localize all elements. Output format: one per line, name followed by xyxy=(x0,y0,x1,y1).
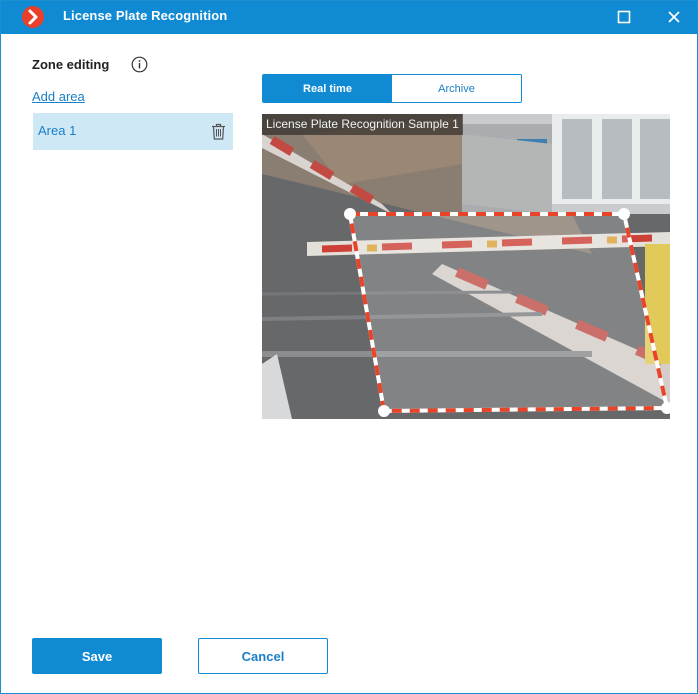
camera-name-label: License Plate Recognition Sample 1 xyxy=(262,114,463,135)
maximize-icon xyxy=(617,10,631,24)
add-area-link[interactable]: Add area xyxy=(32,89,85,104)
license-plate-recognition-window: License Plate Recognition Zone editing A… xyxy=(0,0,698,694)
window-title: License Plate Recognition xyxy=(63,8,228,23)
trash-icon[interactable] xyxy=(211,123,226,140)
tab-real-time[interactable]: Real time xyxy=(263,75,392,102)
view-mode-tabs: Real time Archive xyxy=(262,74,522,103)
camera-frame-image xyxy=(262,114,670,419)
cancel-button[interactable]: Cancel xyxy=(198,638,328,674)
maximize-button[interactable] xyxy=(601,1,647,34)
area-item-label: Area 1 xyxy=(38,123,77,138)
save-button[interactable]: Save xyxy=(32,638,162,674)
area-list-item[interactable]: Area 1 xyxy=(33,113,233,150)
info-icon[interactable] xyxy=(131,56,148,73)
close-button[interactable] xyxy=(651,1,697,34)
close-icon xyxy=(668,11,680,23)
app-logo-icon xyxy=(22,6,44,28)
title-bar: License Plate Recognition xyxy=(1,1,697,34)
camera-view[interactable]: License Plate Recognition Sample 1 xyxy=(262,114,670,419)
tab-archive[interactable]: Archive xyxy=(392,75,521,102)
zone-editing-title: Zone editing xyxy=(32,57,110,72)
